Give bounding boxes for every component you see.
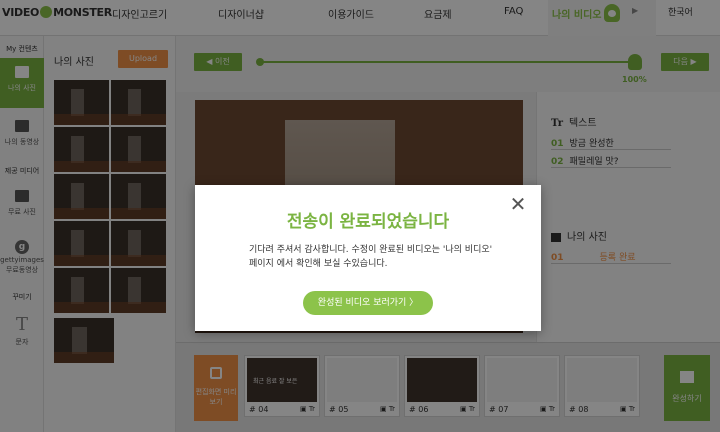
modal-title: 전송이 완료되었습니다 <box>286 212 450 232</box>
modal-message: 기다려 주셔서 감사합니다. 수정이 완료된 비디오는 '나의 비디오' 페이지… <box>249 245 493 269</box>
completion-modal: ✕ 전송이 완료되었습니다 기다려 주셔서 감사합니다. 수정이 완료된 비디오… <box>195 185 541 331</box>
view-video-button[interactable]: 완성된 비디오 보러가기 〉 <box>303 291 433 315</box>
